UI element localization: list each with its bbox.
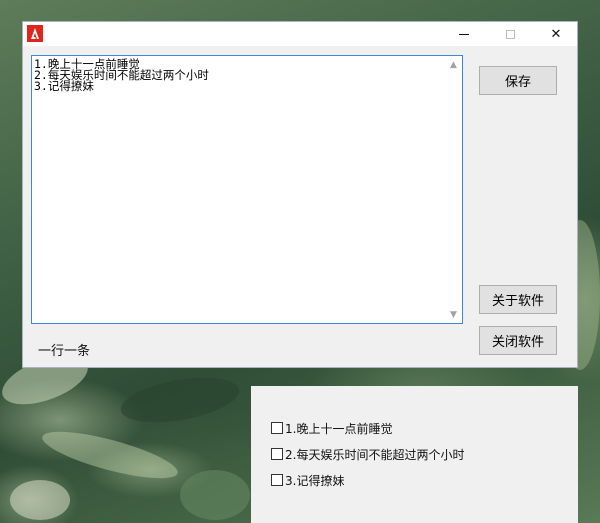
main-window: ✕ 1.晚上十一点前睡觉 2.每天娱乐时间不能超过两个小时 3.记得撩妹 ▲ ▼… xyxy=(22,21,578,368)
todo-textarea[interactable]: 1.晚上十一点前睡觉 2.每天娱乐时间不能超过两个小时 3.记得撩妹 ▲ ▼ xyxy=(31,55,463,324)
hint-label: 一行一条 xyxy=(38,344,91,359)
checklist-item[interactable]: 3.记得撩妹 xyxy=(271,472,344,488)
checklist-label: 1.晚上十一点前睡觉 xyxy=(285,421,393,436)
maximize-icon xyxy=(505,29,515,39)
scroll-down-icon[interactable]: ▼ xyxy=(445,306,462,323)
close-button[interactable]: ✕ xyxy=(533,22,579,46)
textarea-line: 2.每天娱乐时间不能超过两个小时 xyxy=(34,68,209,82)
adobe-logo-icon xyxy=(27,25,43,42)
close-icon: ✕ xyxy=(550,26,562,42)
vertical-scrollbar[interactable]: ▲ ▼ xyxy=(445,56,462,323)
maximize-button[interactable] xyxy=(487,22,533,46)
save-button[interactable]: 保存 xyxy=(479,66,557,95)
checklist-label: 2.每天娱乐时间不能超过两个小时 xyxy=(285,447,465,462)
exit-button[interactable]: 关闭软件 xyxy=(479,326,557,355)
checklist-panel: 1.晚上十一点前睡觉 2.每天娱乐时间不能超过两个小时 3.记得撩妹 xyxy=(251,386,578,523)
about-button[interactable]: 关于软件 xyxy=(479,285,557,314)
checkbox[interactable] xyxy=(271,474,283,486)
textarea-line: 3.记得撩妹 xyxy=(34,79,94,93)
checklist-item[interactable]: 1.晚上十一点前睡觉 xyxy=(271,420,392,436)
checkbox[interactable] xyxy=(271,422,283,434)
checklist-label: 3.记得撩妹 xyxy=(285,473,345,488)
checklist-item[interactable]: 2.每天娱乐时间不能超过两个小时 xyxy=(271,446,464,462)
minimize-button[interactable] xyxy=(441,22,487,46)
checkbox[interactable] xyxy=(271,448,283,460)
textarea-content: 1.晚上十一点前睡觉 2.每天娱乐时间不能超过两个小时 3.记得撩妹 xyxy=(34,58,444,93)
scroll-up-icon[interactable]: ▲ xyxy=(445,56,462,73)
title-bar[interactable]: ✕ xyxy=(23,22,577,46)
minimize-icon xyxy=(459,33,469,35)
